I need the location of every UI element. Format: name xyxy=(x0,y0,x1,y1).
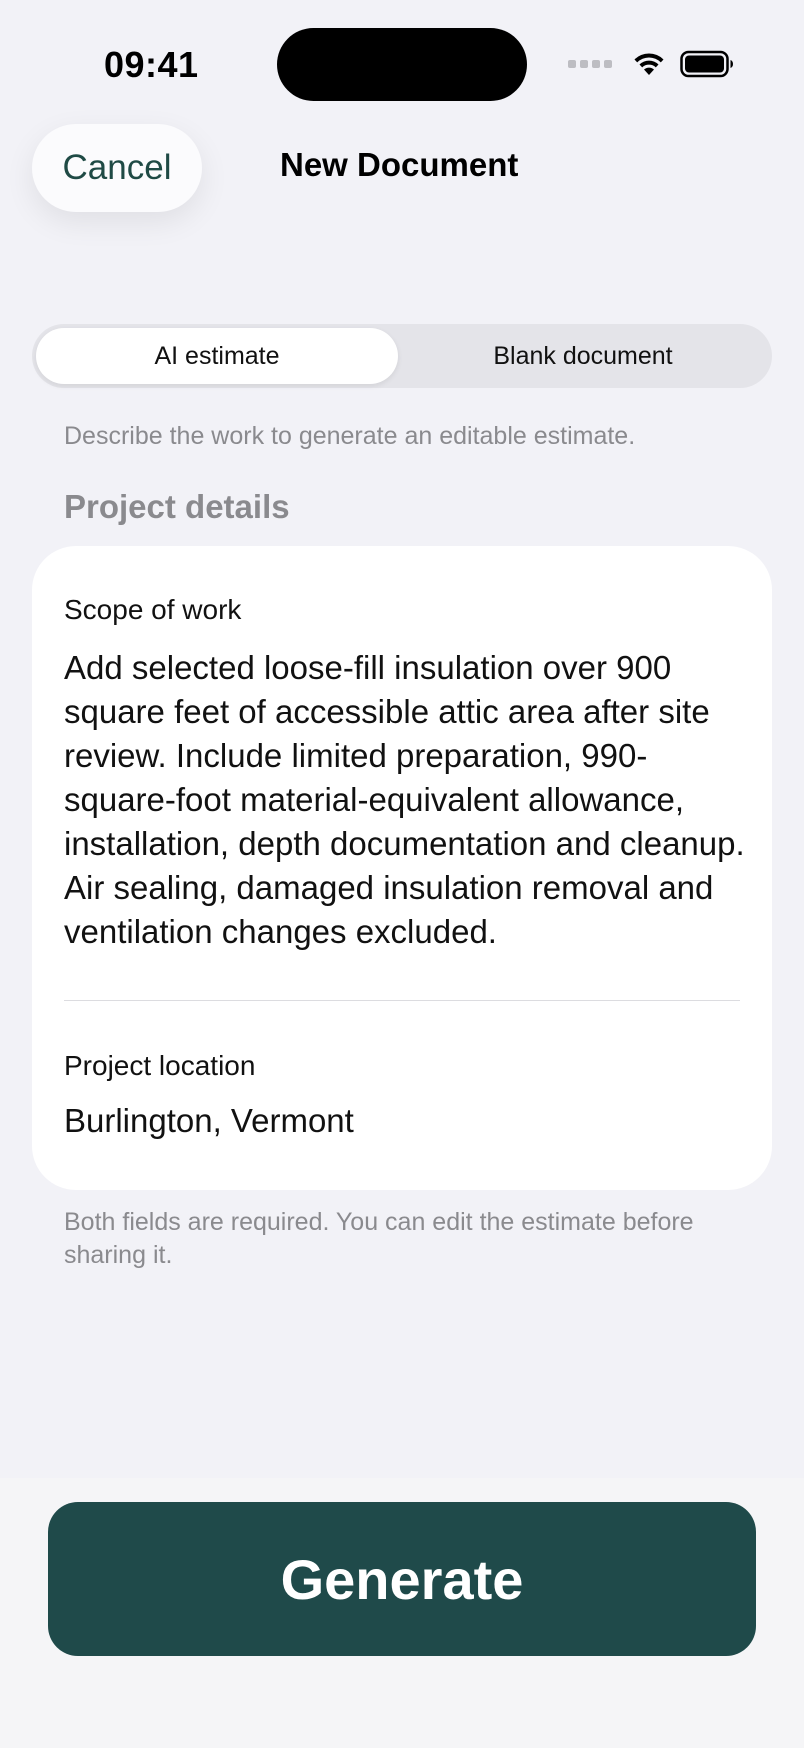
project-location-field[interactable]: Burlington, Vermont xyxy=(64,1102,354,1140)
scope-of-work-field[interactable]: Add selected loose-fill insulation over … xyxy=(64,646,754,954)
wifi-icon xyxy=(634,53,664,75)
divider xyxy=(64,1000,740,1001)
cancel-button[interactable]: Cancel xyxy=(32,124,202,212)
document-type-segmented-control: AI estimate Blank document xyxy=(32,324,772,388)
dynamic-island xyxy=(277,28,527,101)
signal-icon xyxy=(568,60,612,68)
status-icons xyxy=(568,50,734,78)
segment-blank-document[interactable]: Blank document xyxy=(398,328,768,384)
segment-ai-estimate[interactable]: AI estimate xyxy=(36,328,398,384)
mode-hint: Describe the work to generate an editabl… xyxy=(64,422,636,450)
required-footnote: Both fields are required. You can edit t… xyxy=(64,1208,694,1269)
generate-button[interactable]: Generate xyxy=(48,1502,756,1656)
section-title: Project details xyxy=(64,488,290,525)
new-document-screen: 09:41 Cancel New Document AI estimate Bl… xyxy=(0,0,804,1748)
battery-icon xyxy=(680,50,733,78)
status-time: 09:41 xyxy=(104,44,199,85)
location-label: Project location xyxy=(64,1050,256,1081)
project-details-card: Scope of work Add selected loose-fill in… xyxy=(32,546,772,1190)
scope-label: Scope of work xyxy=(64,594,242,625)
page-title: New Document xyxy=(280,146,519,183)
